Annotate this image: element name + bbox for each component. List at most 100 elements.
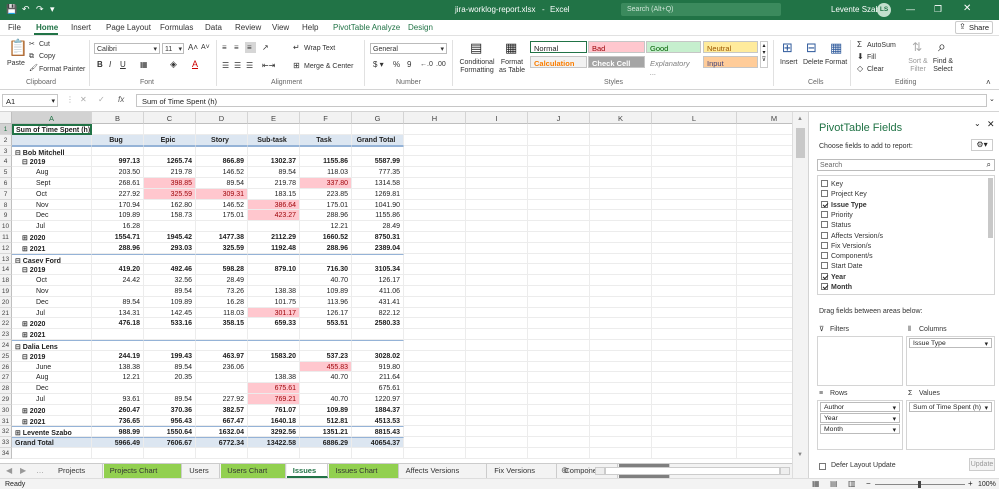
empty-cell[interactable] — [590, 415, 652, 427]
value-cell[interactable]: 419.20 — [92, 264, 144, 276]
sort-filter-icon[interactable]: ⇅ — [912, 41, 922, 53]
empty-cell[interactable] — [652, 296, 737, 308]
row-label-cell[interactable] — [12, 134, 92, 146]
orientation-icon[interactable]: ↗ — [262, 44, 269, 52]
value-cell[interactable]: 40.70 — [300, 372, 352, 384]
sheet-tab[interactable]: Fix Versions — [488, 464, 558, 478]
empty-cell[interactable] — [590, 426, 652, 438]
empty-cell[interactable] — [590, 372, 652, 384]
column-header-g[interactable]: G — [352, 112, 404, 124]
empty-cell[interactable] — [466, 361, 528, 373]
value-cell[interactable]: 1477.38 — [196, 232, 248, 243]
insert-cells-icon[interactable]: ⊞ — [782, 41, 793, 54]
grow-font-icon[interactable]: A˄ — [188, 44, 198, 52]
field-search-box[interactable]: Search ⌕ — [817, 159, 995, 171]
value-cell[interactable] — [248, 124, 300, 135]
value-cell[interactable]: 142.45 — [144, 307, 196, 319]
empty-cell[interactable] — [528, 394, 590, 405]
empty-cell[interactable] — [528, 145, 590, 157]
row-label-cell[interactable]: Nov — [12, 286, 92, 297]
value-cell[interactable]: 8815.43 — [352, 426, 404, 438]
value-cell[interactable] — [144, 383, 196, 394]
empty-cell[interactable] — [590, 167, 652, 178]
empty-cell[interactable] — [737, 135, 792, 146]
row-header[interactable]: 14 — [0, 264, 12, 276]
value-cell[interactable]: 13422.58 — [248, 437, 300, 448]
align-middle-icon[interactable]: ≡ — [234, 44, 239, 52]
row-header[interactable]: 27 — [0, 372, 12, 384]
value-cell[interactable]: 476.18 — [92, 318, 144, 330]
empty-cell[interactable] — [737, 286, 792, 297]
empty-cell[interactable] — [466, 329, 528, 340]
value-cell[interactable]: 8750.31 — [352, 232, 404, 243]
value-cell[interactable] — [196, 253, 248, 265]
delete-cells-icon[interactable]: ⊟ — [806, 41, 817, 54]
empty-cell[interactable] — [466, 210, 528, 222]
value-cell[interactable]: 118.03 — [300, 167, 352, 178]
empty-cell[interactable] — [404, 145, 466, 157]
value-cell[interactable]: 268.61 — [92, 178, 144, 189]
value-cell[interactable]: 16.28 — [196, 296, 248, 308]
empty-cell[interactable] — [590, 210, 652, 222]
style-normal[interactable]: Normal — [530, 41, 587, 53]
empty-cell[interactable] — [590, 394, 652, 405]
value-cell[interactable]: 1155.86 — [300, 156, 352, 168]
empty-cell[interactable] — [652, 253, 737, 265]
format-cells-button[interactable]: Format — [825, 59, 847, 66]
vertical-scrollbar[interactable]: ▲ ▼ — [792, 112, 808, 478]
value-cell[interactable] — [352, 340, 404, 351]
empty-cell[interactable] — [404, 156, 466, 168]
empty-cell[interactable] — [466, 307, 528, 319]
value-cell[interactable]: 1155.86 — [352, 210, 404, 222]
prev-sheet-icon[interactable]: ◀ — [6, 467, 12, 475]
row-header[interactable]: 7 — [0, 188, 12, 200]
value-cell[interactable]: 370.36 — [144, 404, 196, 416]
value-cell[interactable]: 5966.49 — [92, 437, 144, 448]
value-cell[interactable]: 537.23 — [300, 350, 352, 362]
row-header[interactable]: 1 — [0, 124, 12, 135]
empty-cell[interactable] — [528, 426, 590, 438]
style-explanatory[interactable]: Explanatory ... — [646, 56, 701, 77]
empty-cell[interactable] — [466, 134, 528, 146]
value-cell[interactable]: 598.28 — [196, 264, 248, 276]
value-cell[interactable]: 358.15 — [196, 318, 248, 330]
empty-cell[interactable] — [528, 167, 590, 178]
tab-insert[interactable]: Insert — [71, 24, 91, 32]
value-cell[interactable]: 667.47 — [196, 415, 248, 427]
value-cell[interactable]: 879.10 — [248, 264, 300, 276]
empty-cell[interactable] — [466, 167, 528, 178]
sheet-tab[interactable]: Projects — [52, 464, 103, 478]
empty-cell[interactable] — [737, 156, 792, 168]
value-cell[interactable] — [248, 329, 300, 340]
value-cell[interactable]: 227.92 — [92, 188, 144, 200]
empty-cell[interactable] — [590, 178, 652, 189]
value-cell[interactable] — [352, 145, 404, 157]
paste-icon[interactable]: 📋 — [8, 41, 28, 57]
tab-pivottable-analyze[interactable]: PivotTable Analyze — [333, 24, 400, 32]
field-checkbox[interactable] — [821, 252, 828, 260]
empty-cell[interactable] — [404, 264, 466, 276]
copy-icon[interactable]: ⧉ — [29, 53, 34, 60]
value-cell[interactable]: Sub-task — [248, 134, 300, 146]
empty-cell[interactable] — [528, 188, 590, 200]
value-cell[interactable]: 89.54 — [144, 286, 196, 297]
empty-cell[interactable] — [404, 372, 466, 384]
value-cell[interactable]: Grand Total — [352, 134, 404, 146]
add-sheet-icon[interactable]: ⊕ — [561, 466, 569, 475]
search-box[interactable]: Search (Alt+Q) — [621, 3, 781, 16]
sheet-tab[interactable]: Users — [183, 464, 221, 478]
delete-cells-button[interactable]: Delete — [803, 59, 823, 66]
pane-options-icon[interactable]: ⌄ — [974, 120, 981, 128]
field-item[interactable]: Affects Version/s — [821, 231, 883, 240]
empty-cell[interactable] — [737, 243, 792, 254]
value-cell[interactable]: 244.19 — [92, 350, 144, 362]
fill-color-icon[interactable]: ◈ — [170, 60, 177, 69]
field-checkbox[interactable] — [821, 221, 828, 229]
value-cell[interactable] — [300, 124, 352, 135]
value-cell[interactable]: 1314.58 — [352, 178, 404, 189]
empty-cell[interactable] — [737, 167, 792, 178]
value-cell[interactable]: 219.78 — [248, 178, 300, 189]
value-cell[interactable] — [144, 253, 196, 265]
collapse-ribbon-icon[interactable]: ˄ — [986, 79, 991, 87]
value-cell[interactable] — [92, 329, 144, 340]
